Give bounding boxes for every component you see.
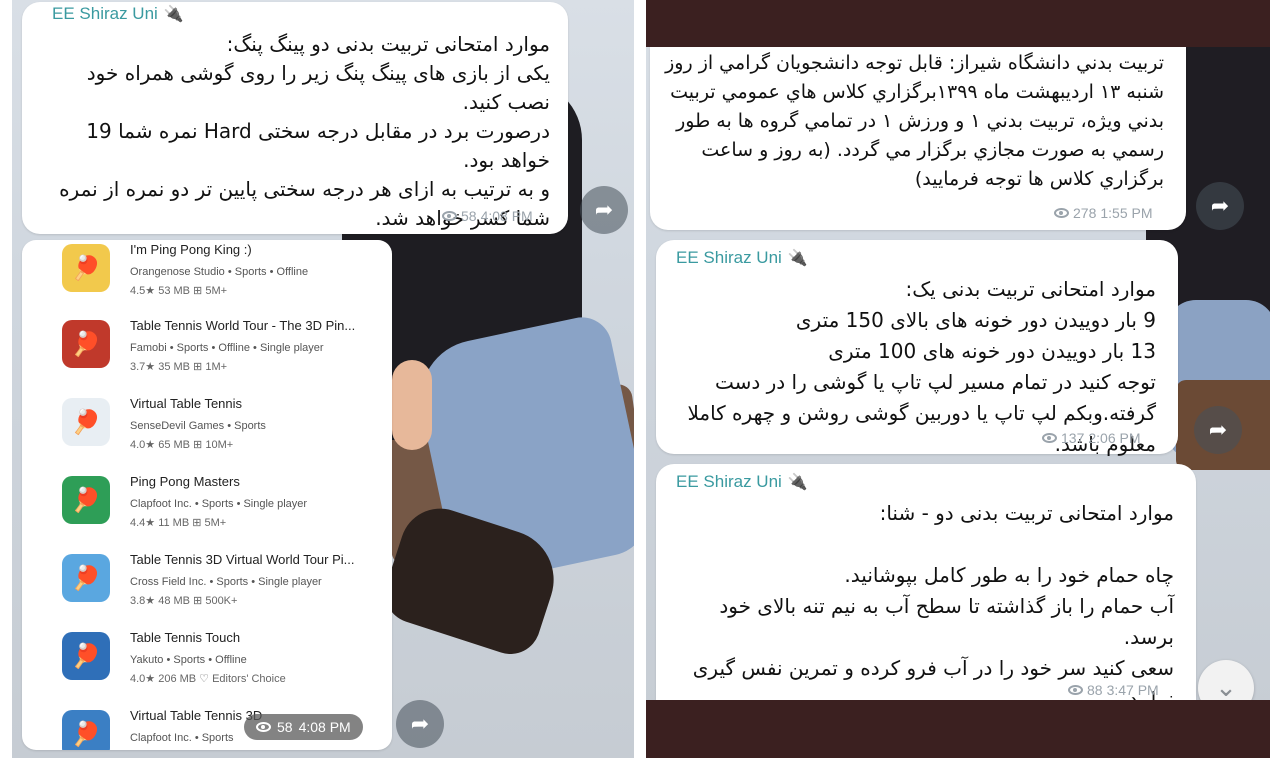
red-paddle-icon: 🏓	[62, 398, 110, 446]
wallpaper-hand	[392, 360, 432, 450]
app-list-item[interactable]: 🏓 Table Tennis Touch Yakuto • Sports • Off…	[62, 630, 382, 702]
app-developer: Clapfoot Inc. • Sports • Single player	[130, 498, 308, 510]
message-time: 3:47 PM	[1106, 682, 1159, 698]
view-count: 88	[1087, 682, 1103, 698]
plug-icon: 🔌	[787, 474, 808, 491]
app-title: Ping Pong Masters	[130, 474, 240, 489]
plug-icon: 🔌	[787, 250, 808, 267]
app-stats: 3.7★ 35 MB ⊞ 1M+	[130, 361, 228, 373]
bottom-bar	[646, 700, 1270, 758]
app-developer: Yakuto • Sports • Offline	[130, 654, 247, 666]
app-title: Table Tennis World Tour - The 3D Pin...	[130, 318, 356, 333]
app-developer: SenseDevil Games • Sports	[130, 420, 266, 432]
app-title: Virtual Table Tennis	[130, 396, 243, 411]
app-stats: 4.0★ 206 MB ♡ Editors' Choice	[130, 673, 286, 685]
app-developer: Orangenose Studio • Sports • Offline	[130, 266, 309, 278]
app-stats: 4.0★ 65 MB ⊞ 10M+	[130, 439, 234, 451]
message-meta: 88 3:47 PM	[1068, 682, 1159, 698]
app-stats: 4.5★ 53 MB ⊞ 5M+	[130, 285, 228, 297]
share-button[interactable]: ➦	[1196, 182, 1244, 230]
share-arrow-icon: ➦	[1208, 417, 1228, 443]
app-title: I'm Ping Pong King :)	[130, 242, 252, 257]
share-button[interactable]: ➦	[396, 700, 444, 748]
view-count: 278	[1073, 205, 1097, 221]
app-list-item[interactable]: 🏓 Table Tennis 3D Virtual World Tour Pi..…	[62, 552, 382, 624]
app-developer: Famobi • Sports • Offline • Single playe…	[130, 342, 324, 354]
message-meta: 137 2:06 PM	[1042, 430, 1141, 446]
ping-pong-paddle-icon: 🏓	[62, 244, 110, 292]
sender-name[interactable]: EE Shiraz Uni 🔌	[52, 4, 184, 24]
eye-icon	[1068, 685, 1083, 695]
message-bubble[interactable]: EE Shiraz Uni 🔌 موارد امتحانی تربیت بدنی…	[22, 2, 568, 234]
right-chat-panel: تربيت بدني دانشگاه شيراز: قابل توجه دانش…	[646, 0, 1270, 758]
message-meta: 278 1:55 PM	[1054, 205, 1153, 221]
image-meta: 58 4:08 PM	[244, 714, 363, 740]
message-time: 4:08 PM	[480, 208, 533, 224]
message-bubble[interactable]: تربيت بدني دانشگاه شيراز: قابل توجه دانش…	[650, 47, 1186, 230]
touch-paddle-icon: 🏓	[62, 632, 110, 680]
view-count: 58	[277, 719, 293, 735]
share-button[interactable]: ➦	[580, 186, 628, 234]
view-count: 137	[1061, 430, 1085, 446]
share-button[interactable]: ➦	[1194, 406, 1242, 454]
sender-name[interactable]: EE Shiraz Uni 🔌	[676, 472, 808, 492]
app-title: Table Tennis 3D Virtual World Tour Pi...	[130, 552, 355, 567]
message-bubble[interactable]: EE Shiraz Uni 🔌 موارد امتحانی تربیت بدنی…	[656, 240, 1178, 456]
table-tennis-arena-icon: 🏓	[62, 320, 110, 368]
chevron-down-icon: ⌄	[1215, 673, 1237, 703]
app-stats: 4.4★ 11 MB ⊞ 5M+	[130, 517, 227, 529]
share-arrow-icon: ➦	[594, 197, 614, 223]
sender-name[interactable]: EE Shiraz Uni 🔌	[676, 248, 808, 268]
message-bubble[interactable]: EE Shiraz Uni 🔌 موارد امتحانی تربیت بدنی…	[656, 464, 1196, 711]
paddle-3d-icon: 🏓	[62, 710, 110, 750]
eye-icon	[442, 211, 457, 221]
left-chat-panel: EE Shiraz Uni 🔌 موارد امتحانی تربیت بدنی…	[12, 0, 634, 758]
app-developer: Clapfoot Inc. • Sports	[130, 732, 234, 744]
app-list-item[interactable]: 🏓 I'm Ping Pong King :) Orangenose Studio …	[62, 242, 382, 314]
message-time: 1:55 PM	[1100, 205, 1153, 221]
share-arrow-icon: ➦	[1210, 193, 1230, 219]
app-title: Virtual Table Tennis 3D	[130, 708, 263, 723]
app-list-item[interactable]: 🏓 Table Tennis World Tour - The 3D Pin...…	[62, 318, 382, 390]
share-arrow-icon: ➦	[410, 711, 430, 737]
plug-icon: 🔌	[163, 6, 184, 23]
app-developer: Cross Field Inc. • Sports • Single playe…	[130, 576, 322, 588]
message-time: 4:08 PM	[298, 719, 351, 735]
eye-icon	[1054, 208, 1069, 218]
blue-table-icon: 🏓	[62, 554, 110, 602]
message-text: موارد امتحانی تربیت بدنی دو پینگ پنگ: یک…	[59, 32, 550, 230]
message-meta: 58 4:08 PM	[442, 208, 533, 224]
paddle-ball-icon: 🏓	[62, 476, 110, 524]
app-stats: 3.8★ 48 MB ⊞ 500K+	[130, 595, 238, 607]
app-list-item[interactable]: 🏓 Ping Pong Masters Clapfoot Inc. • Sports…	[62, 474, 382, 546]
eye-icon	[1042, 433, 1057, 443]
message-time: 2:06 PM	[1088, 430, 1141, 446]
message-text: تربيت بدني دانشگاه شيراز: قابل توجه دانش…	[665, 52, 1164, 190]
app-list-item[interactable]: 🏓 Virtual Table Tennis SenseDevil Games • …	[62, 396, 382, 468]
view-count: 58	[461, 208, 477, 224]
top-bar	[646, 0, 1270, 47]
eye-icon	[256, 722, 271, 732]
app-title: Table Tennis Touch	[130, 630, 241, 645]
image-message[interactable]: 🏓 I'm Ping Pong King :) Orangenose Studio …	[22, 240, 392, 750]
